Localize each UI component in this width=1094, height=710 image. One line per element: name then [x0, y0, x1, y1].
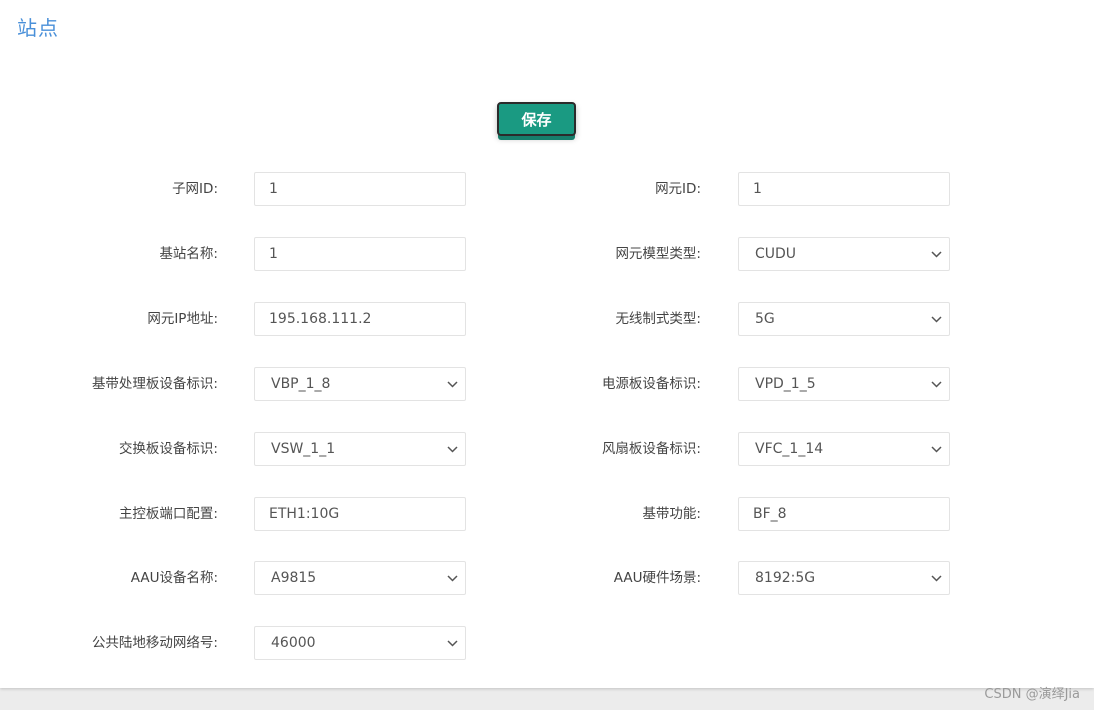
ne-model-type-label-wrap: 网元模型类型:: [560, 237, 701, 271]
baseband-function-input[interactable]: BF_8: [738, 497, 950, 531]
ne-id-input[interactable]: 1: [738, 172, 950, 206]
baseband-function-label: 基带功能:: [642, 506, 701, 522]
station-name-value: 1: [269, 246, 278, 262]
save-button[interactable]: 保存: [497, 102, 576, 136]
chevron-down-icon: [923, 315, 949, 323]
aau-hw-scene-label: AAU硬件场景:: [613, 570, 701, 586]
power-board-id-select[interactable]: VPD_1_5: [738, 367, 950, 401]
ne-model-type-value: CUDU: [755, 246, 797, 262]
ne-ip-value: 195.168.111.2: [269, 311, 372, 327]
form-card: 站点 保存 子网ID: 1 网元ID: 1 基站名称: 1 网元模型类型: CU…: [0, 0, 1094, 688]
fan-board-id-label-wrap: 风扇板设备标识:: [560, 432, 701, 466]
station-name-label-wrap: 基站名称:: [0, 237, 218, 271]
aau-name-select[interactable]: A9815: [254, 561, 466, 595]
subnet-id-label-wrap: 子网ID:: [0, 172, 218, 206]
baseband-board-id-select[interactable]: VBP_1_8: [254, 367, 466, 401]
aau-name-value: A9815: [271, 570, 317, 586]
switch-board-id-value: VSW_1_1: [271, 441, 336, 457]
watermark: CSDN @演绎Jia: [984, 687, 1080, 702]
ne-ip-input[interactable]: 195.168.111.2: [254, 302, 466, 336]
plmn-label-wrap: 公共陆地移动网络号:: [0, 626, 218, 660]
radio-mode-type-value: 5G: [755, 311, 775, 327]
page-title: 站点: [17, 16, 59, 40]
chevron-down-icon: [923, 380, 949, 388]
baseband-board-id-value: VBP_1_8: [271, 376, 331, 392]
chevron-down-icon: [439, 380, 465, 388]
fan-board-id-value: VFC_1_14: [755, 441, 824, 457]
aau-hw-scene-label-wrap: AAU硬件场景:: [560, 561, 701, 595]
radio-mode-type-label-wrap: 无线制式类型:: [560, 302, 701, 336]
chevron-down-icon: [439, 639, 465, 647]
subnet-id-label: 子网ID:: [172, 181, 218, 197]
main-ctrl-port-input[interactable]: ETH1:10G: [254, 497, 466, 531]
ne-model-type-select[interactable]: CUDU: [738, 237, 950, 271]
ne-model-type-label: 网元模型类型:: [615, 246, 701, 262]
aau-name-label-wrap: AAU设备名称:: [0, 561, 218, 595]
switch-board-id-select[interactable]: VSW_1_1: [254, 432, 466, 466]
subnet-id-input[interactable]: 1: [254, 172, 466, 206]
main-ctrl-port-label-wrap: 主控板端口配置:: [0, 497, 218, 531]
plmn-select[interactable]: 46000: [254, 626, 466, 660]
aau-name-label: AAU设备名称:: [130, 570, 218, 586]
power-board-id-label: 电源板设备标识:: [601, 376, 701, 392]
power-board-id-label-wrap: 电源板设备标识:: [560, 367, 701, 401]
chevron-down-icon: [439, 574, 465, 582]
main-ctrl-port-label: 主控板端口配置:: [118, 506, 218, 522]
baseband-function-value: BF_8: [753, 506, 787, 522]
chevron-down-icon: [439, 445, 465, 453]
subnet-id-value: 1: [269, 181, 278, 197]
ne-ip-label-wrap: 网元IP地址:: [0, 302, 218, 336]
aau-hw-scene-select[interactable]: 8192:5G: [738, 561, 950, 595]
ne-id-label: 网元ID:: [655, 181, 701, 197]
plmn-label: 公共陆地移动网络号:: [91, 635, 218, 651]
radio-mode-type-select[interactable]: 5G: [738, 302, 950, 336]
chevron-down-icon: [923, 574, 949, 582]
fan-board-id-select[interactable]: VFC_1_14: [738, 432, 950, 466]
baseband-board-id-label: 基带处理板设备标识:: [91, 376, 218, 392]
ne-ip-label: 网元IP地址:: [147, 311, 218, 327]
power-board-id-value: VPD_1_5: [755, 376, 816, 392]
switch-board-id-label-wrap: 交换板设备标识:: [0, 432, 218, 466]
chevron-down-icon: [923, 445, 949, 453]
fan-board-id-label: 风扇板设备标识:: [601, 441, 701, 457]
radio-mode-type-label: 无线制式类型:: [615, 311, 701, 327]
ne-id-label-wrap: 网元ID:: [560, 172, 701, 206]
baseband-board-id-label-wrap: 基带处理板设备标识:: [0, 367, 218, 401]
aau-hw-scene-value: 8192:5G: [755, 570, 816, 586]
plmn-value: 46000: [271, 635, 316, 651]
main-ctrl-port-value: ETH1:10G: [269, 506, 340, 522]
station-name-label: 基站名称:: [159, 246, 218, 262]
station-name-input[interactable]: 1: [254, 237, 466, 271]
chevron-down-icon: [923, 250, 949, 258]
switch-board-id-label: 交换板设备标识:: [118, 441, 218, 457]
baseband-function-label-wrap: 基带功能:: [560, 497, 701, 531]
ne-id-value: 1: [753, 181, 762, 197]
